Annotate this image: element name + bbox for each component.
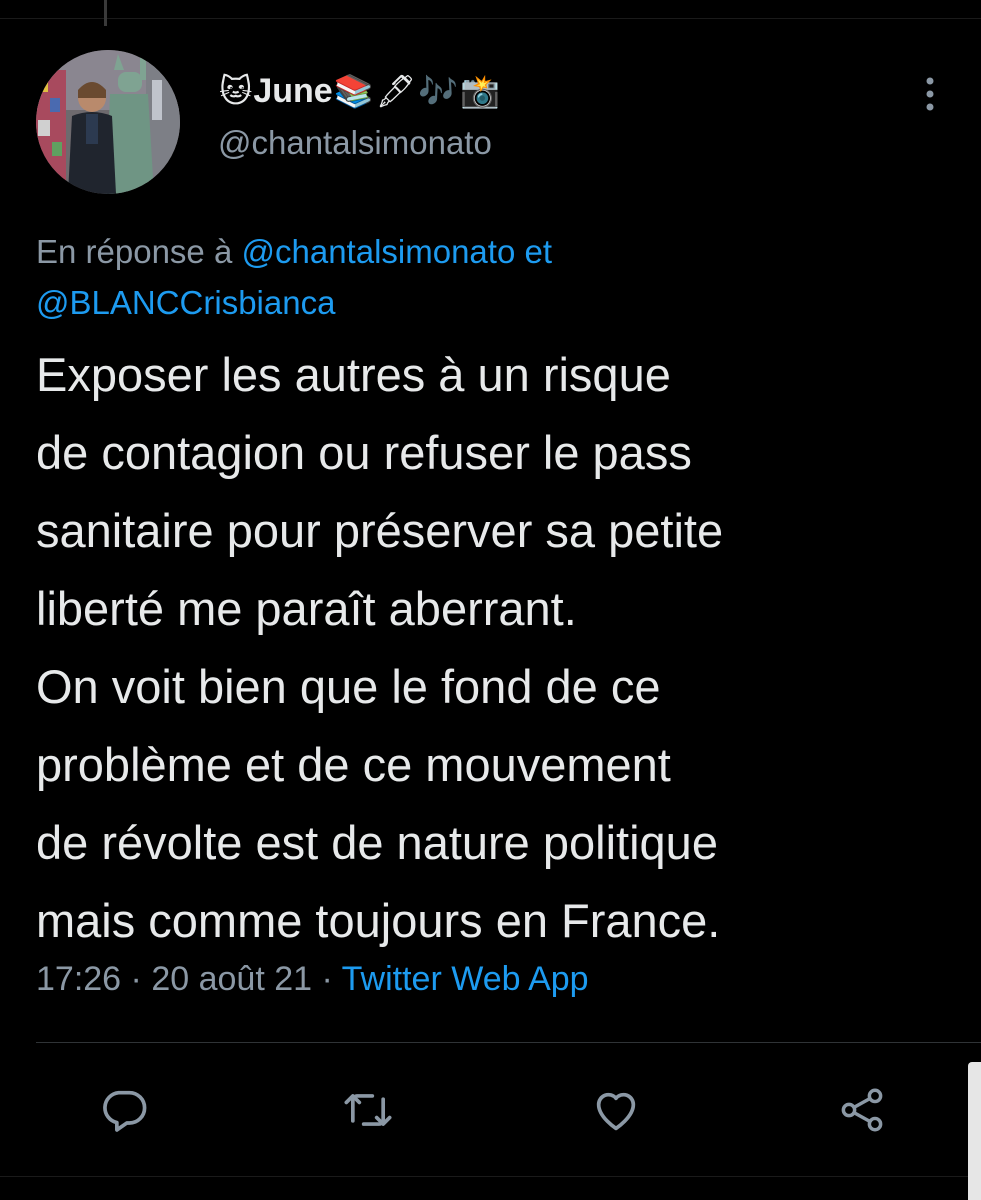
more-options-button[interactable]	[912, 74, 948, 114]
avatar[interactable]	[36, 50, 180, 194]
display-name-text: June	[253, 71, 333, 110]
mention-link[interactable]: @chantalsimonato	[241, 233, 515, 270]
share-button[interactable]	[832, 1080, 892, 1140]
avatar-photo	[36, 50, 180, 194]
camera-flash-icon: 📸	[460, 72, 500, 110]
tweet-text-line: Exposer les autres à un risque	[36, 348, 671, 401]
bottom-divider	[0, 1176, 981, 1177]
reply-icon	[103, 1090, 147, 1132]
tweet-text-line: mais comme toujours en France.	[36, 894, 721, 947]
tweet-text-line: sanitaire pour préserver sa petite	[36, 504, 724, 557]
tweet-text-line: de contagion ou refuser le pass	[36, 426, 692, 479]
musical-notes-icon: 🎶	[418, 72, 459, 110]
tweet-text-line: On voit bien que le fond de ce	[36, 660, 661, 713]
retweet-icon	[344, 1094, 392, 1126]
books-icon: 📚	[333, 72, 374, 110]
author-block[interactable]: 🐱 June 📚 🖋 🎶 📸 @chantalsimonato	[218, 66, 501, 162]
reply-button[interactable]	[94, 1080, 154, 1140]
tweet-text: Exposer les autres à un risque de contag…	[36, 336, 956, 960]
mention-link[interactable]: @BLANCCrisbianca	[36, 284, 335, 321]
share-icon	[841, 1088, 883, 1132]
top-edge-divider	[0, 0, 981, 19]
actions-divider	[36, 1042, 981, 1043]
user-handle[interactable]: @chantalsimonato	[218, 124, 501, 162]
more-vertical-icon	[926, 77, 934, 111]
tweet-text-line: de révolte est de nature politique	[36, 816, 718, 869]
tweet-text-line: liberté me paraît aberrant.	[36, 582, 577, 635]
like-icon	[596, 1092, 636, 1131]
reply-connector: et	[524, 233, 553, 270]
reply-context: En réponse à @chantalsimonato et @BLANCC…	[36, 226, 916, 328]
tweet-source-link[interactable]: Twitter Web App	[342, 960, 589, 998]
display-name[interactable]: 🐱 June 📚 🖋 🎶 📸	[218, 66, 501, 116]
cat-face-icon: 🐱	[219, 72, 253, 110]
tweet-date[interactable]: 20 août 21	[151, 960, 312, 998]
tweet-text-line: problème et de ce mouvement	[36, 738, 671, 791]
fountain-pen-icon: 🖋	[375, 72, 417, 110]
like-button[interactable]	[586, 1080, 646, 1140]
action-bar	[0, 1080, 981, 1140]
thread-connector-line	[104, 0, 107, 26]
meta-separator: ·	[321, 960, 333, 998]
retweet-button[interactable]	[338, 1080, 398, 1140]
tweet-time[interactable]: 17:26	[36, 960, 121, 998]
scrollbar-thumb[interactable]	[968, 1062, 981, 1200]
tweet-meta: 17:26 · 20 août 21 · Twitter Web App	[36, 960, 589, 999]
reply-prefix: En réponse à	[36, 233, 233, 270]
meta-separator: ·	[130, 960, 142, 998]
